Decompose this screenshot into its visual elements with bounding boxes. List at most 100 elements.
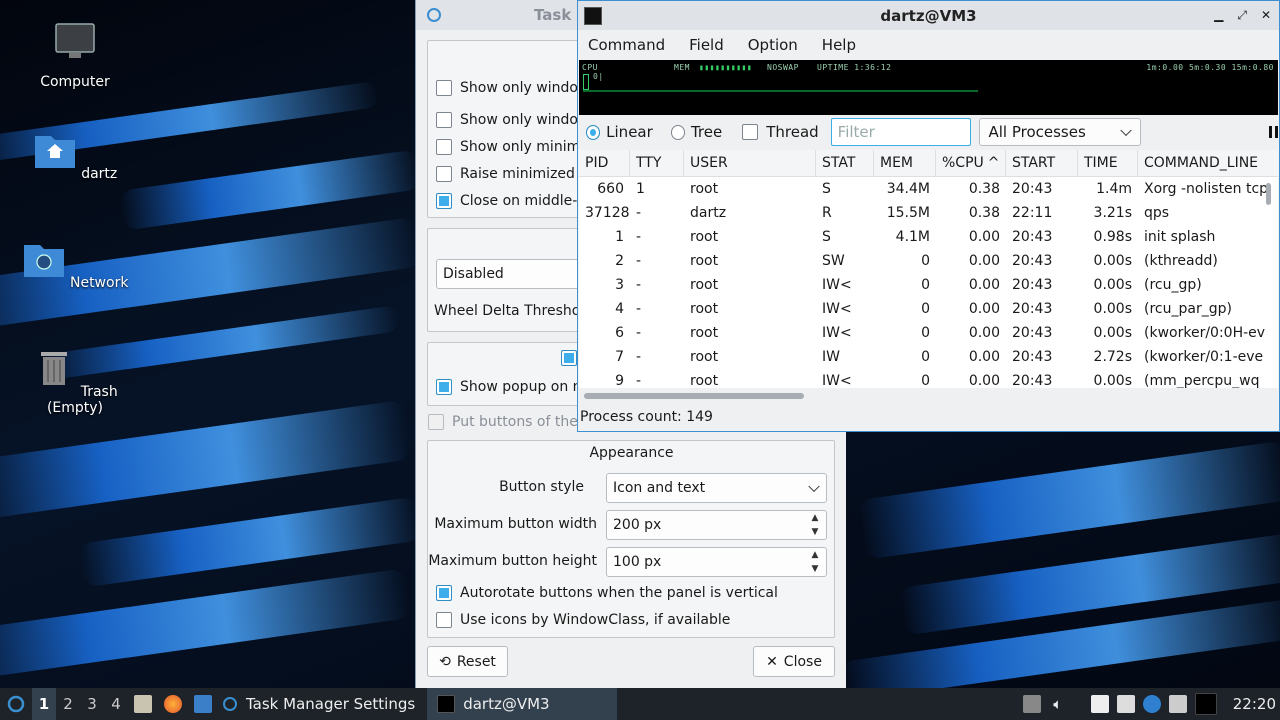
col-time[interactable]: TIME [1078,150,1138,176]
taskbar: 1 2 3 4 Task Manager Settings dartz@VM3 … [0,688,1280,720]
table-row[interactable]: 7- root IW 0 0.00 20:43 2.72s (kworker/0:1-eve [579,345,1278,369]
col-cpu[interactable]: %CPU ^ [936,150,1006,176]
process-filter-combo[interactable]: All Processes [979,118,1141,146]
clock[interactable]: 22:20 [1233,695,1276,713]
table-row[interactable]: 660 1 root S 34.4M 0.38 20:43 1.4m Xorg -noliste… [579,177,1278,201]
desktop-icon-computer[interactable]: Computer [20,20,130,90]
col-mem[interactable]: MEM [874,150,936,176]
window-titlebar[interactable]: dartz@VM3 ▁ ⤢ ✕ [578,1,1279,30]
table-cell: 0.00 [968,325,1000,341]
thread-check[interactable] [742,124,759,140]
col-pid[interactable]: PID [579,150,630,176]
restore-icon[interactable]: ⤢ [1237,8,1247,23]
update-notifier-icon[interactable] [1142,695,1161,713]
show-only-current-desktop-check[interactable]: Show only windo [436,80,578,96]
menu-field[interactable]: Field [689,36,724,54]
use-icons-windowclass-check[interactable]: Use icons by WindowClass, if available [436,612,730,628]
check-label: Show popup on m [460,379,587,395]
table-cell: 0.00 [968,229,1000,245]
group-enable-check[interactable] [561,350,577,366]
reset-button[interactable]: ⟲ Reset [427,646,508,677]
table-cell: (kthreadd) [1144,253,1218,269]
menu-command[interactable]: Command [588,36,665,54]
spin-down-icon[interactable]: ▼ [812,564,819,574]
vertical-scrollbar[interactable] [1266,183,1271,205]
keyboard-icon[interactable] [1116,695,1135,713]
pause-icon[interactable] [1268,126,1278,138]
table-cell: 20:43 [1012,181,1053,197]
radio-label: Tree [690,123,723,141]
desktop-icon-home[interactable]: dartz [20,128,130,182]
spin-up-icon[interactable]: ▲ [812,550,819,560]
table-cell: (kworker/0:1-eve [1144,349,1264,365]
start-menu-button[interactable] [0,688,32,720]
button-style-combo[interactable]: Icon and text [606,473,827,503]
table-cell: 0 [921,349,930,365]
minimize-icon[interactable]: ▁ [1214,8,1223,23]
menu-help[interactable]: Help [822,36,856,54]
table-cell: - [636,373,642,388]
horizontal-scrollbar[interactable] [584,393,804,399]
max-width-spinbox[interactable]: 200 px ▲ ▼ [606,510,827,540]
col-command-line[interactable]: COMMAND_LINE [1138,150,1278,176]
table-row[interactable]: 2- root SW 0 0.00 20:43 0.00s (kthreadd) [579,249,1278,273]
file-manager-icon [134,695,152,713]
table-cell: 20:43 [1012,301,1053,317]
cpu-history-mark [583,74,589,90]
desktop-icon-network[interactable]: Network [20,237,130,291]
filter-input[interactable]: Filter [830,118,972,146]
workspace-4[interactable]: 4 [104,688,128,720]
desktop-icon-trash[interactable]: Trash (Empty) [20,346,130,416]
clipboard-icon[interactable] [1090,695,1109,713]
terminal-icon[interactable] [1194,693,1217,715]
autorotate-check[interactable]: Autorotate buttons when the panel is ver… [436,585,778,601]
table-cell: root [690,277,719,293]
close-button[interactable]: ✕ Close [753,646,835,677]
table-row[interactable]: 37128- dartz R 15.5M 0.38 22:11 3.21s qps [579,201,1278,225]
close-icon[interactable]: ✕ [1261,8,1271,23]
col-stat[interactable]: STAT [816,150,874,176]
spin-down-icon[interactable]: ▼ [812,527,819,537]
table-cell: (kworker/0:0H-ev [1144,325,1266,341]
table-row[interactable]: 3- root IW< 0 0.00 20:43 0.00s (rcu_gp) [579,273,1278,297]
table-cell: (mm_percpu_wq [1144,373,1260,388]
raise-minimized-check[interactable]: Raise minimized v [436,166,588,182]
show-only-minimized-check[interactable]: Show only minimi [436,139,584,155]
close-on-middle-click-check[interactable]: Close on middle-c [436,193,585,209]
max-height-spinbox[interactable]: 100 px ▲ ▼ [606,547,827,577]
show-popup-check[interactable]: Show popup on m [436,379,586,395]
menu-option[interactable]: Option [748,36,798,54]
linear-radio[interactable] [586,124,601,140]
table-row[interactable]: 9- root IW< 0 0.00 20:43 0.00s (mm_percpu_wq [579,369,1278,388]
table-row[interactable]: 6- root IW< 0 0.00 20:43 0.00s (kworker/0:0H-ev [579,321,1278,345]
table-row[interactable]: 4- root IW< 0 0.00 20:43 0.00s (rcu_par_gp) [579,297,1278,321]
table-cell: 0 [921,253,930,269]
task-manager-settings-task[interactable]: Task Manager Settings [218,688,427,720]
table-cell: 660 [597,181,624,197]
show-desktop-launcher[interactable] [188,688,218,720]
firefox-launcher[interactable] [158,688,188,720]
qps-task[interactable]: dartz@VM3 [427,688,618,720]
volume-icon[interactable]: 🔈︎ [1049,695,1067,713]
desktop-icon-label: Computer [40,74,110,90]
col-start[interactable]: START [1006,150,1078,176]
workspace-2[interactable]: 2 [56,688,80,720]
put-buttons-check[interactable]: Put buttons of the [428,414,578,430]
tree-radio[interactable] [670,124,685,140]
file-manager-launcher[interactable] [128,688,158,720]
spin-up-icon[interactable]: ▲ [812,513,819,523]
wheel-mode-combo[interactable]: Disabled [436,259,596,289]
col-user[interactable]: USER [684,150,816,176]
workspace-1[interactable]: 1 [32,688,56,720]
battery-icon[interactable] [1022,695,1041,713]
terminal-icon [437,695,456,713]
combo-value: Disabled [443,266,504,282]
table-row[interactable]: 1- root S 4.1M 0.00 20:43 0.98s init splash [579,225,1278,249]
network-icon[interactable] [1168,695,1187,713]
graph-mem-label: MEM [674,63,690,72]
col-tty[interactable]: TTY [630,150,684,176]
table-cell: 0.00s [1093,301,1132,317]
show-only-current-screen-check[interactable]: Show only windo [436,112,578,128]
check-label: Show only windo [460,80,578,96]
workspace-3[interactable]: 3 [80,688,104,720]
